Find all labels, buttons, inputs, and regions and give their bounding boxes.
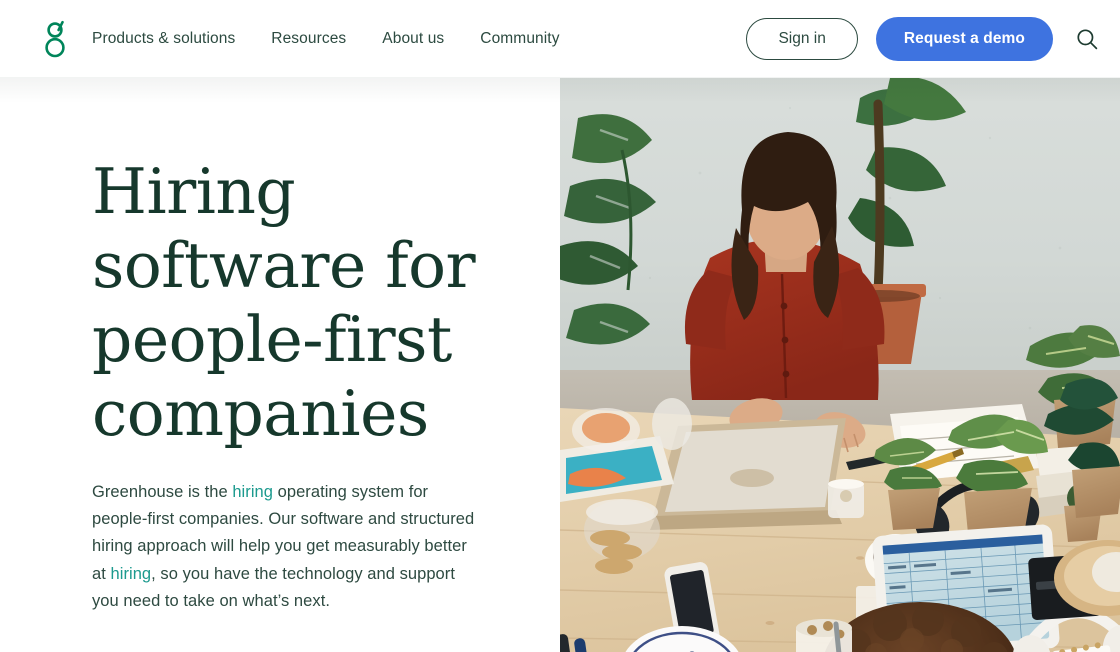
primary-nav: Products & solutions Resources About us … <box>92 0 560 77</box>
hero-text-column: Hiring software for people-first compani… <box>0 77 560 652</box>
hero-photo-illustration <box>560 78 1120 652</box>
greenhouse-g-logo-icon <box>45 20 65 58</box>
site-header: Products & solutions Resources About us … <box>0 0 1120 77</box>
hero-image <box>560 78 1120 652</box>
page-title: Hiring software for people-first compani… <box>92 155 476 450</box>
search-button[interactable] <box>1066 18 1108 60</box>
search-icon <box>1077 28 1098 49</box>
nav-item-community[interactable]: Community <box>480 31 559 47</box>
page-root: Products & solutions Resources About us … <box>0 0 1120 652</box>
greenhouse-logo[interactable] <box>38 18 72 60</box>
hero-subcopy: Greenhouse is the hiring operating syste… <box>92 479 482 615</box>
nav-item-products-solutions[interactable]: Products & solutions <box>92 31 235 47</box>
hiring-link-1[interactable]: hiring <box>232 483 273 501</box>
nav-item-about-us[interactable]: About us <box>382 31 444 47</box>
hiring-link-2[interactable]: hiring <box>111 565 152 583</box>
request-demo-button[interactable]: Request a demo <box>875 16 1053 61</box>
subcopy-part-1: Greenhouse is the <box>92 483 233 501</box>
header-actions: Sign in Request a demo <box>746 0 1120 77</box>
sign-in-button[interactable]: Sign in <box>746 17 858 60</box>
candle-jar <box>828 479 864 518</box>
granola-jar <box>796 619 852 652</box>
nav-item-resources[interactable]: Resources <box>271 31 346 47</box>
